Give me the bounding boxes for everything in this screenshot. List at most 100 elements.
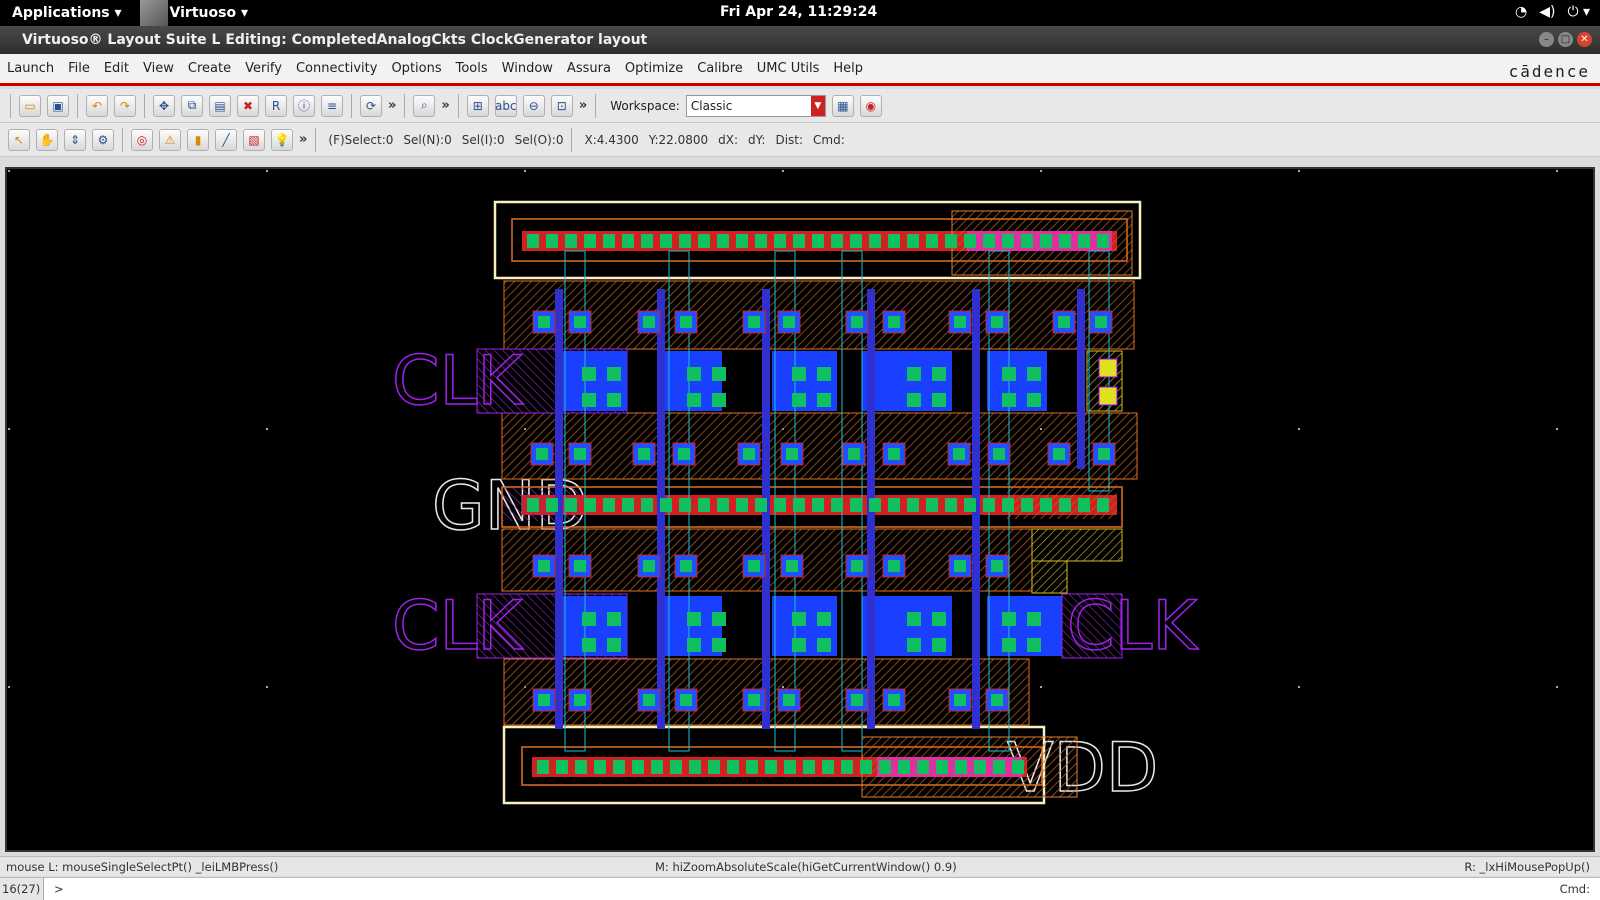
menu-edit[interactable]: Edit	[97, 61, 136, 76]
menu-tools[interactable]: Tools	[449, 61, 495, 76]
maximize-icon[interactable]: □	[1558, 32, 1573, 47]
toolbar-overflow-2[interactable]: »	[441, 98, 449, 113]
mouse-right-binding: R: _lxHiMousePopUp()	[1464, 860, 1590, 874]
rail-contact	[660, 498, 672, 512]
select-mode-icon[interactable]: ↖	[8, 128, 30, 151]
toolbar-separator	[404, 93, 406, 118]
workspace-select[interactable]: Classic ▼	[685, 94, 826, 117]
redo-icon[interactable]: ↷	[114, 94, 136, 117]
menu-umc-utils[interactable]: UMC Utils	[750, 61, 827, 76]
create-via-icon[interactable]: ⊖	[522, 94, 545, 117]
rail-contact	[717, 234, 729, 248]
menu-options[interactable]: Options	[384, 61, 448, 76]
rail-contact	[565, 498, 577, 512]
metal1-contact	[1027, 393, 1041, 407]
warning-icon[interactable]: ⚠	[159, 128, 181, 151]
rename-icon[interactable]: R	[265, 94, 287, 117]
contact	[888, 316, 900, 328]
toolbar-overflow-3[interactable]: »	[579, 98, 587, 113]
menu-file[interactable]: File	[61, 61, 97, 76]
menu-help[interactable]: Help	[826, 61, 870, 76]
metal1-contact	[687, 612, 701, 626]
drc-icon[interactable]: ◎	[131, 128, 153, 151]
menu-assura[interactable]: Assura	[560, 61, 618, 76]
marker-icon[interactable]: ▮	[187, 128, 209, 151]
cell-row-2[interactable]	[501, 412, 1138, 480]
wifi-icon[interactable]: ◔	[1515, 4, 1527, 20]
zoom-icon[interactable]: ⌕	[413, 94, 436, 117]
rail-contact	[527, 498, 539, 512]
cell-row-1[interactable]	[503, 280, 1135, 350]
stretch-icon[interactable]: ▤	[209, 94, 231, 117]
chevron-down-icon[interactable]: ▼	[810, 95, 825, 116]
rail-contact	[698, 234, 710, 248]
rail-contact	[717, 498, 729, 512]
move-icon[interactable]: ✥	[153, 94, 175, 117]
rail-contact	[964, 234, 976, 248]
rail-contact	[765, 760, 777, 774]
copy-icon[interactable]: ⧉	[181, 94, 203, 117]
mouse-middle-binding: M: hiZoomAbsoluteScale(hiGetCurrentWindo…	[655, 860, 957, 874]
refresh-icon[interactable]: ⟳	[360, 94, 382, 117]
rail-contact	[698, 498, 710, 512]
rail-contact	[955, 760, 967, 774]
volume-icon[interactable]: ◀)	[1539, 4, 1555, 20]
power-icon[interactable]: ⏻ ▾	[1567, 4, 1590, 20]
contact	[643, 694, 655, 706]
align-icon[interactable]: ≡	[321, 94, 343, 117]
partial-select-icon[interactable]: ✋	[36, 128, 58, 151]
contact	[678, 448, 690, 460]
create-instance-icon[interactable]: ⊞	[466, 94, 489, 117]
contact	[783, 694, 795, 706]
toolbar-overflow-1[interactable]: »	[388, 98, 396, 113]
rail-contact	[565, 234, 577, 248]
metal1-contact	[932, 367, 946, 381]
info-icon[interactable]: ⓘ	[293, 94, 315, 117]
highlight-icon[interactable]: ▧	[243, 128, 265, 151]
layout-canvas[interactable]: CLK GND CLK CLK VDD	[5, 167, 1595, 852]
toolbar-separator	[144, 93, 145, 118]
menu-window[interactable]: Window	[495, 61, 560, 76]
clock[interactable]: Fri Apr 24, 11:29:24	[720, 4, 877, 20]
menu-create[interactable]: Create	[181, 61, 238, 76]
command-input[interactable]: >	[54, 882, 64, 896]
delete-icon[interactable]: ✖	[237, 94, 259, 117]
save-icon[interactable]: ▣	[47, 94, 69, 117]
contact	[888, 694, 900, 706]
command-bar: 16(27) > Cmd:	[0, 877, 1600, 900]
sel-n-count: Sel(N):0	[403, 132, 452, 147]
gravity-icon[interactable]: ⇕	[64, 128, 86, 151]
layout-drawing[interactable]: CLK GND CLK CLK VDD	[7, 169, 1595, 852]
metal1-contact	[932, 612, 946, 626]
cell-row-3[interactable]	[501, 528, 1123, 594]
contact	[1095, 316, 1107, 328]
menu-verify[interactable]: Verify	[238, 61, 289, 76]
menu-connectivity[interactable]: Connectivity	[289, 61, 384, 76]
applications-menu[interactable]: Applications ▾	[0, 5, 122, 21]
create-label-icon[interactable]: abc	[494, 94, 517, 117]
close-icon[interactable]: ✕	[1577, 32, 1592, 47]
cursor-x: X:4.4300	[584, 132, 639, 147]
open-icon[interactable]: ▭	[19, 94, 41, 117]
menu-launch[interactable]: Launch	[0, 61, 61, 76]
workspace-save-icon[interactable]: ▦	[831, 94, 854, 117]
toolbar-overflow-4[interactable]: »	[299, 132, 307, 147]
menu-optimize[interactable]: Optimize	[618, 61, 690, 76]
select-filter-icon[interactable]: ⚙	[92, 128, 114, 151]
create-pin-icon[interactable]: ⊡	[550, 94, 573, 117]
lightbulb-icon[interactable]: 💡	[271, 128, 293, 151]
menu-calibre[interactable]: Calibre	[690, 61, 750, 76]
menu-view[interactable]: View	[136, 61, 181, 76]
rail-contact	[613, 760, 625, 774]
ruler-icon[interactable]: ╱	[215, 128, 237, 151]
metal1-contact	[792, 638, 806, 652]
minimize-icon[interactable]: –	[1539, 32, 1554, 47]
window-title-bar[interactable]: Virtuoso® Layout Suite L Editing: Comple…	[0, 26, 1600, 54]
metal1-contact	[687, 638, 701, 652]
workspace-delete-icon[interactable]: ◉	[859, 94, 882, 117]
rail-contact	[575, 760, 587, 774]
app-menu[interactable]: Virtuoso ▾	[170, 5, 248, 21]
contact	[643, 316, 655, 328]
contact	[574, 694, 586, 706]
undo-icon[interactable]: ↶	[86, 94, 108, 117]
